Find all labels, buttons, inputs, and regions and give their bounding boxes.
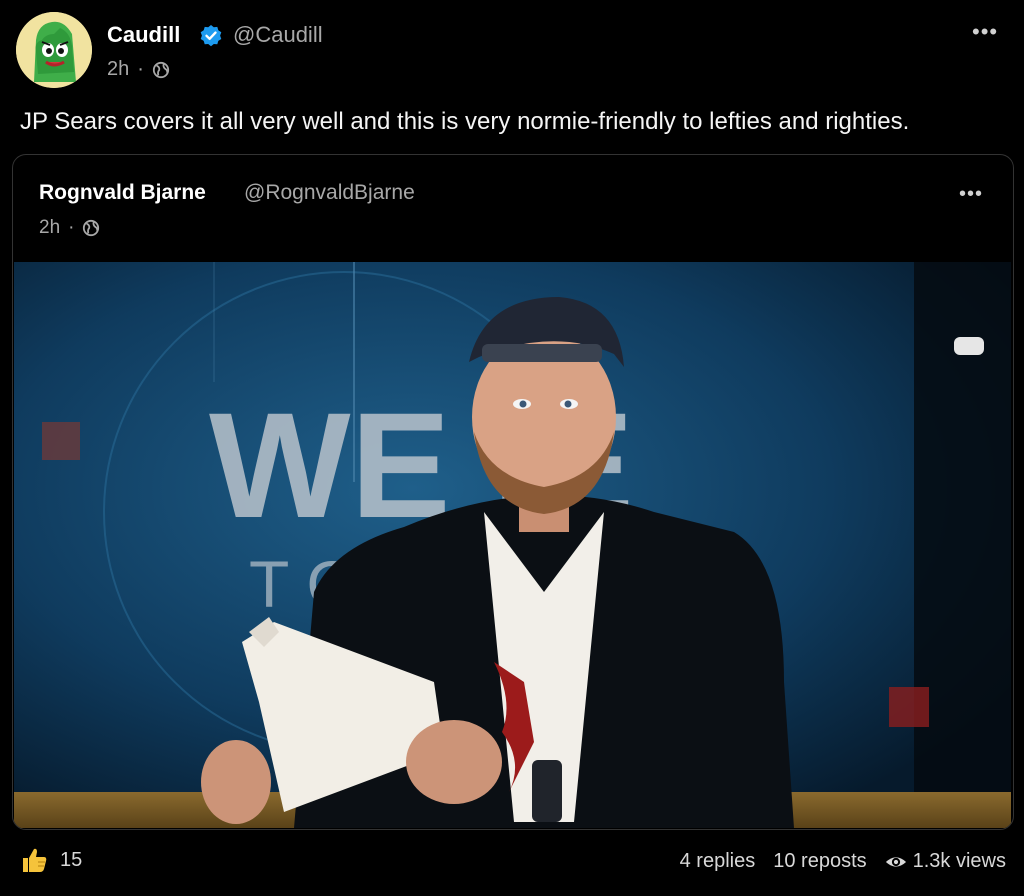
post-footer: 15 4 replies 10 reposts 1.3k views <box>0 846 1024 882</box>
quoted-author-handle[interactable]: @RognvaldBjarne <box>244 181 415 205</box>
video-thumbnail[interactable]: WE IE T O U <box>14 262 1011 828</box>
thumbs-up-icon <box>23 848 47 872</box>
post-meta: 2h · <box>107 58 170 81</box>
post-stats: 4 replies 10 reposts 1.3k views <box>662 850 1006 873</box>
views-text: 1.3k views <box>912 850 1006 872</box>
quoted-more-options-button[interactable]: ••• <box>959 184 983 204</box>
gumby-avatar-image <box>16 12 92 88</box>
like-count: 15 <box>60 848 83 871</box>
avatar[interactable] <box>16 12 92 88</box>
globe-icon <box>83 219 100 237</box>
verified-badge-icon <box>200 25 222 47</box>
video-frame-image: WE IE T O U <box>14 262 1011 828</box>
post-time[interactable]: 2h <box>107 58 129 81</box>
views-count: 1.3k views <box>885 850 1006 873</box>
like-button[interactable]: 15 <box>20 846 82 874</box>
quoted-author-name[interactable]: Rognvald Bjarne <box>39 181 206 205</box>
quoted-meta-separator: · <box>68 217 75 238</box>
author-handle[interactable]: @Caudill <box>233 22 323 48</box>
globe-icon <box>152 61 170 78</box>
quoted-post-meta: 2h · <box>39 217 100 239</box>
replies-link[interactable]: 4 replies <box>680 850 756 873</box>
reposts-link[interactable]: 10 reposts <box>773 850 866 873</box>
author-name[interactable]: Caudill <box>107 22 180 48</box>
eye-icon <box>885 856 906 867</box>
more-options-button[interactable]: ••• <box>972 21 998 43</box>
quoted-post-time[interactable]: 2h <box>39 217 60 239</box>
post-text: JP Sears covers it all very well and thi… <box>20 108 910 135</box>
post-card: Caudill @Caudill 2h · ••• JP Sears cover… <box>0 0 1024 896</box>
quoted-post[interactable]: Rognvald Bjarne @RognvaldBjarne 2h · ••• <box>12 154 1014 830</box>
meta-separator: · <box>137 58 144 80</box>
